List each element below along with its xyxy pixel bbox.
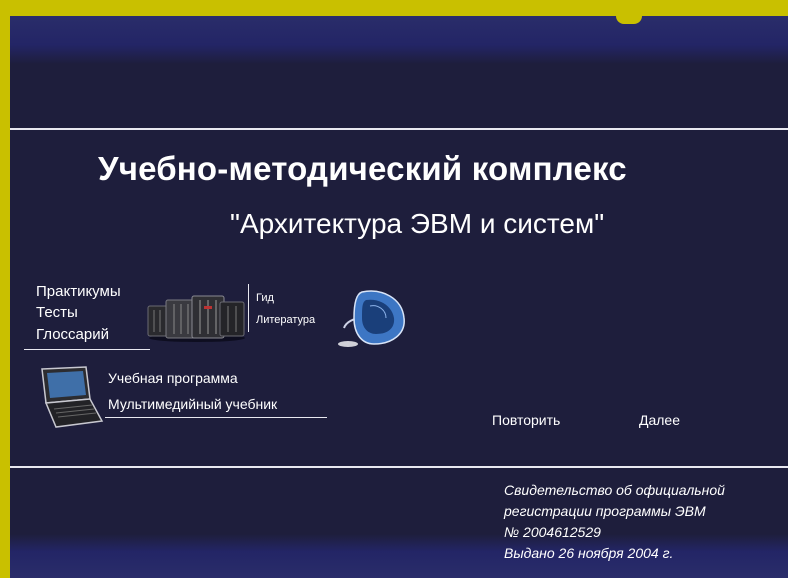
- certificate-date: Выдано 26 ноября 2004 г.: [504, 545, 674, 561]
- header-divider: [10, 128, 788, 130]
- menu-item-guide[interactable]: Гид: [256, 292, 274, 304]
- top-band: [10, 16, 788, 64]
- menu-item-glossary[interactable]: Глоссарий: [36, 326, 109, 343]
- top-decoration: [616, 16, 642, 24]
- laptop-icon: [41, 366, 104, 428]
- page-subtitle: "Архитектура ЭВМ и систем": [230, 208, 605, 239]
- registration-certificate: Свидетельство об официальной регистрации…: [504, 480, 725, 564]
- page-title: Учебно-методический комплекс: [98, 150, 627, 187]
- repeat-button[interactable]: Повторить: [492, 412, 560, 428]
- next-button[interactable]: Далее: [639, 412, 680, 428]
- certificate-number: № 2004612529: [504, 524, 601, 540]
- menu-item-practicums[interactable]: Практикумы: [36, 283, 121, 300]
- imac-computer-icon: [338, 290, 405, 347]
- middle-menu-divider: [248, 284, 249, 332]
- menu-item-literature[interactable]: Литература: [256, 314, 315, 326]
- main-screen: Учебно-методический комплекс "Архитектур…: [10, 16, 788, 578]
- server-rack-icon: [147, 295, 245, 342]
- certificate-line: регистрации программы ЭВМ: [504, 503, 706, 519]
- menu-item-tests[interactable]: Тесты: [36, 304, 78, 321]
- menu-item-curriculum[interactable]: Учебная программа: [108, 370, 238, 386]
- bottom-menu-underline: [105, 417, 327, 418]
- left-menu-underline: [24, 349, 150, 350]
- menu-item-multimedia-textbook[interactable]: Мультимедийный учебник: [108, 396, 277, 412]
- footer-divider: [10, 466, 788, 468]
- certificate-line: Свидетельство об официальной: [504, 482, 725, 498]
